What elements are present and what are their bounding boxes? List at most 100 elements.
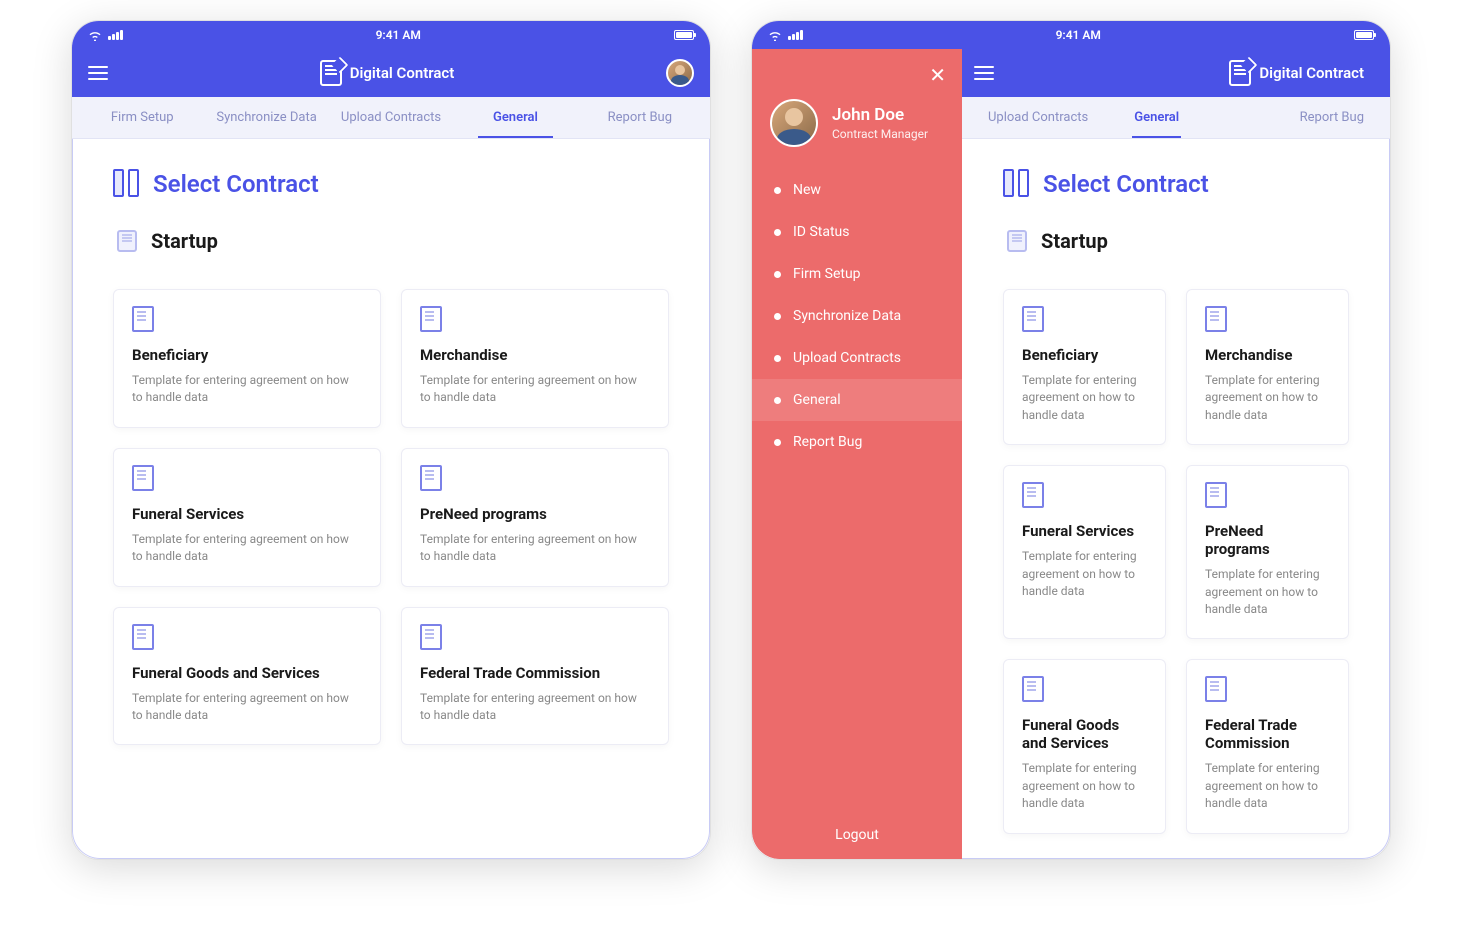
sidebar-item-label: New [793,182,821,198]
document-icon [1022,676,1044,702]
card-description: Template for entering agreement on how t… [132,531,362,566]
contract-book-icon [113,169,139,199]
card-description: Template for entering agreement on how t… [1022,372,1147,424]
bullet-icon [774,229,781,236]
card-title: Funeral Goods and Services [1022,716,1147,752]
signal-bars-icon [788,30,803,40]
card-title: Federal Trade Commission [420,664,650,682]
card-federal-trade-commission[interactable]: Federal Trade Commission Template for en… [401,607,669,746]
card-merchandise[interactable]: Merchandise Template for entering agreem… [1186,289,1349,445]
card-federal-trade-commission[interactable]: Federal Trade Commission Template for en… [1186,659,1349,833]
tab-upload-contracts[interactable]: Upload Contracts [329,97,453,138]
sidebar-item-id-status[interactable]: ID Status [752,211,962,253]
card-funeral-goods-services[interactable]: Funeral Goods and Services Template for … [113,607,381,746]
sidebar-user-profile[interactable]: John Doe Contract Manager [752,93,962,169]
app-logo-icon [1229,60,1251,86]
tab-general[interactable]: General [453,97,577,138]
card-funeral-goods-services[interactable]: Funeral Goods and Services Template for … [1003,659,1166,833]
card-description: Template for entering agreement on how t… [420,372,650,407]
cards-grid: Beneficiary Template for entering agreem… [1003,289,1349,834]
document-icon [420,306,442,332]
card-description: Template for entering agreement on how t… [1205,372,1330,424]
sidebar-item-new[interactable]: New [752,169,962,211]
card-title: Merchandise [1205,346,1330,364]
app-header: Digital Contract [72,49,710,97]
card-title: Merchandise [420,346,650,364]
bullet-icon [774,271,781,278]
card-description: Template for entering agreement on how t… [132,690,362,725]
app-title: Digital Contract [350,64,455,82]
sidebar-item-report-bug[interactable]: Report Bug [752,421,962,463]
card-title: PreNeed programs [420,505,650,523]
tab-report-bug[interactable]: Report Bug [578,97,702,138]
status-time: 9:41 AM [1056,28,1101,42]
menu-button[interactable] [974,62,994,84]
card-merchandise[interactable]: Merchandise Template for entering agreem… [401,289,669,428]
sidebar-item-firm-setup[interactable]: Firm Setup [752,253,962,295]
bullet-icon [774,187,781,194]
card-beneficiary[interactable]: Beneficiary Template for entering agreem… [113,289,381,428]
battery-icon [1354,30,1374,40]
card-beneficiary[interactable]: Beneficiary Template for entering agreem… [1003,289,1166,445]
card-description: Template for entering agreement on how t… [420,531,650,566]
signal-bars-icon [108,30,123,40]
document-icon [420,465,442,491]
card-funeral-services[interactable]: Funeral Services Template for entering a… [113,448,381,587]
sidebar-item-general[interactable]: General [752,379,962,421]
user-avatar [770,99,818,147]
document-icon [1205,482,1227,508]
card-description: Template for entering agreement on how t… [1022,548,1147,600]
card-description: Template for entering agreement on how t… [420,690,650,725]
menu-button[interactable] [88,62,108,84]
tablet-screen-2: 9:41 AM Digital Contract Upload Contract… [751,20,1391,860]
user-name: John Doe [832,105,928,125]
section-title: Startup [151,229,218,253]
card-preneed-programs[interactable]: PreNeed programs Template for entering a… [1186,465,1349,639]
document-icon [132,306,154,332]
card-title: Funeral Services [132,505,362,523]
logout-button[interactable]: Logout [752,811,962,859]
app-logo-icon [320,60,342,86]
user-role: Contract Manager [832,127,928,141]
document-icon [132,465,154,491]
card-title: PreNeed programs [1205,522,1330,558]
tab-report-bug[interactable]: Report Bug [1282,97,1382,138]
user-avatar[interactable] [666,59,694,87]
document-icon [1205,306,1227,332]
sidebar-item-label: General [793,392,841,408]
tab-general[interactable]: General [1116,97,1197,138]
bullet-icon [774,355,781,362]
card-preneed-programs[interactable]: PreNeed programs Template for entering a… [401,448,669,587]
bullet-icon [774,439,781,446]
card-description: Template for entering agreement on how t… [1205,566,1330,618]
sidebar-item-label: ID Status [793,224,850,240]
document-icon [1205,676,1227,702]
section-title: Startup [1041,229,1108,253]
bullet-icon [774,397,781,404]
card-title: Federal Trade Commission [1205,716,1330,752]
tab-firm-setup[interactable]: Firm Setup [80,97,204,138]
main-content: Select Contract Startup Beneficiary Temp… [72,139,710,859]
bullet-icon [774,313,781,320]
status-time: 9:41 AM [376,28,421,42]
close-sidebar-button[interactable]: ✕ [929,63,946,87]
tab-synchronize-data[interactable]: Synchronize Data [204,97,328,138]
document-icon [1022,306,1044,332]
status-bar: 9:41 AM [72,21,710,49]
tab-upload-contracts[interactable]: Upload Contracts [970,97,1106,138]
status-bar: 9:41 AM [752,21,1390,49]
sidebar-item-label: Synchronize Data [793,308,901,324]
card-description: Template for entering agreement on how t… [1022,760,1147,812]
contract-book-icon [1003,169,1029,199]
wifi-icon [88,30,102,41]
document-icon [1022,482,1044,508]
sidebar-item-upload-contracts[interactable]: Upload Contracts [752,337,962,379]
wifi-icon [768,30,782,41]
battery-icon [674,30,694,40]
page-title: Select Contract [153,170,319,198]
sidebar-item-synchronize-data[interactable]: Synchronize Data [752,295,962,337]
sidebar-drawer: ✕ John Doe Contract Manager New ID Statu… [752,49,962,859]
card-title: Funeral Services [1022,522,1147,540]
card-funeral-services[interactable]: Funeral Services Template for entering a… [1003,465,1166,639]
sidebar-item-label: Upload Contracts [793,350,901,366]
